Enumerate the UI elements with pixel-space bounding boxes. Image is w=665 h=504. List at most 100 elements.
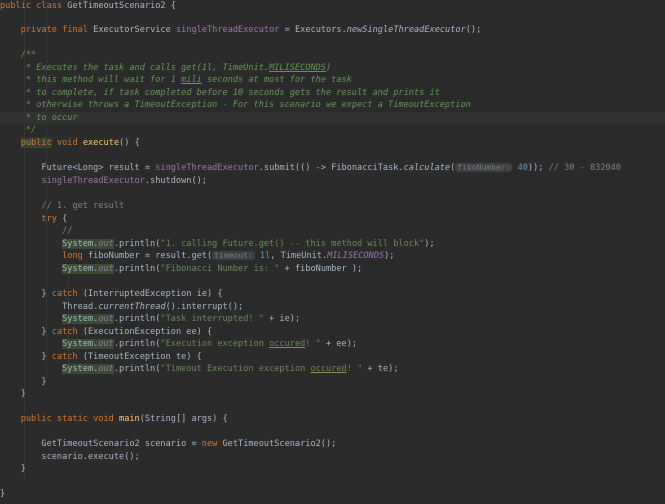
- code-text: (ExecutionException ee) {: [77, 326, 213, 337]
- code-text: (InterruptedException ie) {: [77, 289, 223, 299]
- static-field: MILISECONDS: [327, 251, 385, 261]
- class-ref: System.: [62, 314, 99, 324]
- code-line: System.out.println("Task interrupted! " …: [0, 313, 300, 325]
- javadoc-link[interactable]: MILISECONDS: [269, 63, 326, 73]
- static-field: out: [98, 263, 114, 274]
- class-ref: Thread.: [62, 301, 99, 312]
- javadoc-line: */: [0, 124, 36, 136]
- javadoc-text: * to complete, if task completed before …: [20, 87, 440, 98]
- static-method: calculate: [403, 163, 451, 173]
- brace: }: [41, 289, 52, 299]
- code-line: System.out.println("Fibonacci Number is:…: [0, 263, 362, 275]
- string-literal: ! ": [346, 364, 363, 374]
- code-line: public class GetTimeoutScenario2 {: [0, 0, 176, 12]
- code-text: ().interrupt();: [165, 301, 244, 312]
- javadoc-text: * otherwise throws a TimeoutException - …: [20, 100, 471, 110]
- class-ref: System.: [62, 339, 99, 349]
- brace: }: [20, 389, 26, 399]
- static-field: out: [98, 339, 114, 349]
- string-literal: "Timeout Execution exception: [160, 364, 311, 374]
- line-comment: // 1. get result: [41, 201, 125, 211]
- code-line: } catch (TimeoutException te) {: [0, 351, 202, 363]
- code-line: }: [0, 488, 5, 500]
- keyword: private final: [20, 25, 88, 35]
- keyword: public: [20, 138, 52, 148]
- code-text: scenario.execute();: [41, 451, 140, 462]
- static-field: out: [98, 314, 114, 324]
- spelling-warning: mili: [181, 75, 202, 85]
- brace: }: [20, 464, 26, 474]
- class-ref: Executors.: [295, 25, 347, 35]
- javadoc-text: */: [20, 125, 37, 135]
- current-line: * to occur: [0, 111, 665, 124]
- number-literal: 1l: [259, 251, 271, 261]
- code-text: (TimeoutException te) {: [77, 351, 202, 362]
- class-ref: System.: [62, 238, 99, 249]
- static-method: currentThread: [98, 301, 166, 312]
- code-text: + fiboNumber );: [279, 263, 363, 274]
- static-field: out: [98, 364, 114, 374]
- line-comment: //: [62, 226, 73, 236]
- code-line: System.out.println("Execution exception …: [0, 338, 357, 350]
- code-text: .submit(() -> FibonacciTask.: [258, 163, 404, 173]
- code-text: .shutdown();: [144, 175, 207, 186]
- code-line: singleThreadExecutor.shutdown();: [0, 175, 207, 187]
- parameter-hint: fiboNumber:: [455, 163, 513, 172]
- code-text: (String[] args) {: [139, 414, 228, 424]
- code-text: , TimeUnit.: [270, 251, 328, 261]
- javadoc-text: * Executes the task and calls get(1l, Ti…: [20, 62, 270, 73]
- code-text: fiboNumber = result.get(: [82, 251, 213, 261]
- code-line: Future<Long> result = singleThreadExecut…: [0, 162, 621, 174]
- code-text: ));: [527, 163, 549, 173]
- code-text: .println(: [113, 238, 161, 249]
- field-ref: singleThreadExecutor: [155, 163, 259, 173]
- string-literal: ! ": [305, 339, 321, 349]
- keyword: catch: [51, 351, 78, 362]
- code-line: }: [0, 376, 47, 388]
- code-line: } catch (InterruptedException ie) {: [0, 288, 223, 300]
- javadoc-line: * this method will wait for 1 mili secon…: [0, 74, 352, 86]
- code-line: long fiboNumber = result.get(timeout: 1l…: [0, 250, 394, 262]
- method-name: execute: [82, 138, 120, 148]
- method-name: main: [119, 414, 140, 424]
- string-literal: "Execution exception: [160, 339, 270, 349]
- brace: }: [41, 376, 47, 387]
- code-line: //: [0, 225, 72, 237]
- string-literal: "1. calling Future.get() -- this method …: [160, 238, 425, 249]
- brace: {: [170, 1, 176, 11]
- code-line: }: [0, 463, 26, 475]
- field-ref: singleThreadExecutor: [41, 175, 145, 186]
- code-text: + ee);: [320, 339, 358, 349]
- code-editor[interactable]: public class GetTimeoutScenario2 { priva…: [0, 0, 665, 504]
- keyword: catch: [51, 326, 78, 337]
- code-text: );: [424, 238, 435, 249]
- class-ref: System.: [62, 364, 99, 374]
- javadoc-line: * to complete, if task completed before …: [0, 87, 440, 99]
- operator: =: [284, 25, 290, 35]
- javadoc-text: ): [325, 62, 332, 73]
- static-field: out: [98, 238, 114, 249]
- javadoc-text: * to occur: [20, 112, 78, 123]
- code-text: );: [384, 251, 395, 261]
- type-name: ExecutorService: [93, 25, 171, 35]
- keyword: public static void: [20, 414, 114, 424]
- brace: }: [0, 489, 6, 499]
- javadoc-line: * otherwise throws a TimeoutException - …: [0, 99, 471, 111]
- keyword: void: [56, 138, 78, 148]
- code-line: Thread.currentThread().interrupt();: [0, 301, 243, 313]
- code-text: Future<Long> result =: [41, 163, 156, 173]
- javadoc-line: * Executes the task and calls get(1l, Ti…: [0, 62, 331, 74]
- keyword: catch: [51, 289, 78, 299]
- code-text: + ie);: [263, 314, 301, 324]
- parameter-hint: timeout:: [212, 251, 255, 260]
- code-line: // 1. get result: [0, 200, 124, 212]
- spelling-warning: occured: [269, 339, 306, 349]
- javadoc-line: /**: [0, 49, 37, 61]
- code-text: + te);: [362, 364, 399, 374]
- code-line: public static void main(String[] args) {: [0, 413, 228, 425]
- static-method: newSingleThreadExecutor: [346, 25, 466, 35]
- code-text: .println(: [113, 314, 161, 324]
- string-literal: "Task interrupted! ": [160, 314, 264, 324]
- code-text: ();: [465, 25, 482, 35]
- field-name: singleThreadExecutor: [175, 25, 280, 35]
